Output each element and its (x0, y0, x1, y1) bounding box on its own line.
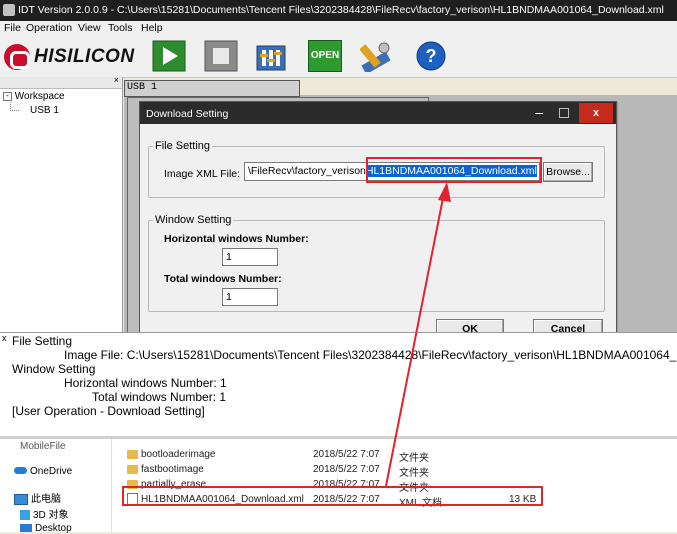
annotation-arrow (385, 182, 451, 487)
